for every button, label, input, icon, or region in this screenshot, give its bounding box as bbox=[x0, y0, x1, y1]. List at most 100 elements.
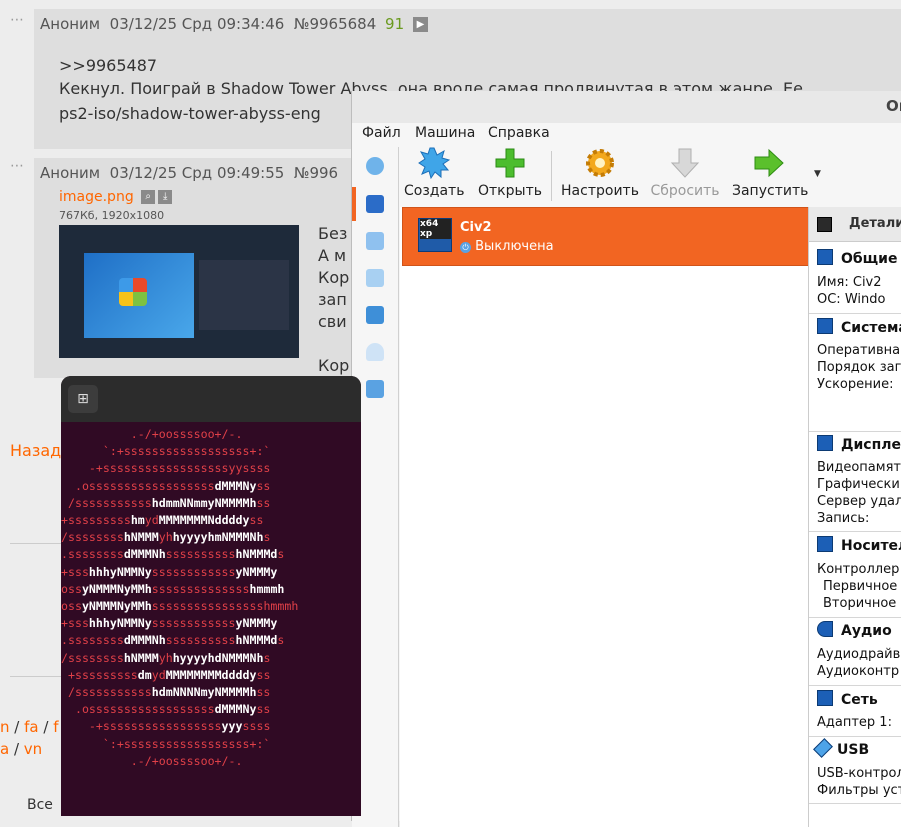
activity-icon[interactable] bbox=[366, 380, 384, 398]
divider bbox=[809, 736, 901, 737]
os-badge: x64 xp bbox=[420, 219, 451, 239]
reply-count[interactable]: 91 bbox=[385, 15, 404, 33]
chip-icon bbox=[817, 318, 833, 334]
section-title: Система bbox=[841, 320, 901, 336]
open-label: Открыть bbox=[478, 183, 542, 199]
start-arrow-icon bbox=[754, 148, 784, 178]
terminal-titlebar[interactable]: ⊞ bbox=[61, 376, 361, 422]
toolbar-dropdown-icon[interactable]: ▼ bbox=[814, 169, 821, 179]
section-audio[interactable]: Аудио bbox=[817, 621, 892, 639]
file-name-link[interactable]: image.png bbox=[59, 189, 134, 205]
details-pane: Детали Общие Имя: Civ2 ОС: Windo Система… bbox=[808, 207, 901, 827]
divider bbox=[809, 313, 901, 314]
vm-os-icon: x64 xp bbox=[418, 218, 452, 252]
download-icon[interactable]: ⤓ bbox=[158, 190, 173, 204]
detail-row: Контроллер bbox=[817, 562, 900, 577]
section-title: Носител bbox=[841, 538, 901, 554]
discard-button[interactable]: Сбросить bbox=[648, 147, 722, 199]
create-label: Создать bbox=[404, 183, 465, 199]
detail-row: Фильтры уст bbox=[817, 783, 901, 798]
post-datetime: 03/12/25 Срд 09:49:55 bbox=[109, 164, 285, 182]
new-tab-icon[interactable]: ⊞ bbox=[68, 385, 98, 413]
divider bbox=[809, 617, 901, 618]
create-button[interactable]: Создать bbox=[404, 147, 464, 199]
section-display[interactable]: Дисплей bbox=[817, 435, 901, 453]
post-text-line: Без bbox=[318, 224, 348, 243]
section-usb[interactable]: USB bbox=[813, 738, 869, 758]
back-link[interactable]: Назад bbox=[10, 441, 61, 460]
thumbnail-window bbox=[199, 260, 289, 330]
reply-link[interactable]: >>9965487 bbox=[59, 56, 157, 75]
file-info: 767Кб, 1920x1080 bbox=[59, 209, 165, 222]
post-link[interactable]: ps2-iso/shadow-tower-abyss-eng bbox=[59, 104, 321, 123]
menu-bar: Файл Машина Справка bbox=[352, 123, 901, 143]
section-title: Сеть bbox=[841, 692, 878, 708]
network-adapter-icon bbox=[817, 690, 833, 706]
details-icon bbox=[817, 217, 832, 232]
board-link[interactable]: f bbox=[53, 718, 58, 736]
post-header: Аноним 03/12/25 Срд 09:34:46 №9965684 91… bbox=[40, 15, 428, 33]
start-button[interactable]: Запустить bbox=[732, 147, 808, 199]
file-name-row: image.png ⌕ ⤓ bbox=[59, 189, 173, 205]
section-storage[interactable]: Носител bbox=[817, 536, 901, 554]
post-author: Аноним bbox=[40, 15, 101, 33]
windows-logo-icon bbox=[119, 278, 147, 306]
post-number[interactable]: №9965684 bbox=[294, 15, 376, 33]
tools-icon[interactable] bbox=[366, 157, 384, 175]
play-icon[interactable]: ▶ bbox=[412, 17, 428, 32]
post-text-line: Кор bbox=[318, 356, 350, 375]
divider bbox=[809, 431, 901, 432]
detail-row: Порядок заг bbox=[817, 360, 901, 375]
power-off-icon: ⏻ bbox=[460, 242, 471, 253]
board-link[interactable]: n bbox=[0, 718, 10, 736]
window-titlebar[interactable]: Or bbox=[352, 91, 901, 123]
vm-state: ⏻ Выключена bbox=[460, 239, 554, 254]
new-vm-icon bbox=[418, 147, 450, 179]
post-text-line: Кор bbox=[318, 268, 350, 287]
menu-file[interactable]: Файл bbox=[362, 125, 401, 141]
detail-row: Сервер удал bbox=[817, 494, 901, 509]
section-system[interactable]: Система bbox=[817, 318, 901, 336]
post-author: Аноним bbox=[40, 164, 101, 182]
menu-machine[interactable]: Машина bbox=[415, 125, 475, 141]
post-number[interactable]: №996 bbox=[294, 164, 338, 182]
vm-name: Civ2 bbox=[460, 220, 492, 235]
discard-label: Сбросить bbox=[650, 183, 720, 199]
vm-state-label: Выключена bbox=[475, 239, 554, 254]
detail-row: Графически bbox=[817, 477, 900, 492]
network-icon[interactable] bbox=[366, 306, 384, 324]
detail-row: Оперативна bbox=[817, 343, 901, 358]
section-network[interactable]: Сеть bbox=[817, 690, 878, 708]
terminal-window: ⊞ .-/+oossssoo+/-. `:+ssssssssssssssssss… bbox=[61, 376, 361, 816]
post-text-line: А м bbox=[318, 246, 347, 265]
divider bbox=[809, 685, 901, 686]
open-button[interactable]: Открыть bbox=[475, 147, 545, 199]
vm-list-item[interactable]: x64 xp Civ2 ⏻ Выключена bbox=[402, 207, 810, 266]
media-icon[interactable] bbox=[366, 232, 384, 250]
settings-button[interactable]: Настроить bbox=[560, 147, 640, 199]
machines-icon[interactable] bbox=[366, 195, 384, 213]
search-icon[interactable]: ⌕ bbox=[141, 190, 156, 204]
detail-row: USB-контрол bbox=[817, 766, 901, 781]
post-text: Без А м Кор зап сви Кор bbox=[318, 223, 349, 377]
board-link[interactable]: fa bbox=[24, 718, 38, 736]
windows7-desktop-thumbnail bbox=[84, 253, 194, 338]
active-indicator bbox=[352, 187, 356, 221]
general-icon bbox=[817, 249, 833, 265]
section-general[interactable]: Общие bbox=[817, 249, 897, 267]
tab-details[interactable]: Детали bbox=[809, 207, 901, 242]
post-thumbnail[interactable] bbox=[59, 225, 299, 358]
menu-help[interactable]: Справка bbox=[488, 125, 550, 141]
post-text-line: сви bbox=[318, 312, 347, 331]
divider bbox=[809, 531, 901, 532]
post-menu-dots[interactable]: ⋯ bbox=[10, 12, 25, 28]
post-datetime: 03/12/25 Срд 09:34:46 bbox=[109, 15, 285, 33]
section-title: Общие bbox=[841, 251, 898, 267]
cloud-icon[interactable] bbox=[366, 343, 384, 361]
snapshot-icon[interactable] bbox=[366, 269, 384, 287]
board-link[interactable]: vn bbox=[24, 740, 42, 758]
post-menu-dots[interactable]: ⋯ bbox=[10, 158, 25, 174]
detail-row: Первичное bbox=[823, 579, 898, 594]
detail-row: Аудиоконтр bbox=[817, 664, 900, 679]
board-link[interactable]: a bbox=[0, 740, 9, 758]
